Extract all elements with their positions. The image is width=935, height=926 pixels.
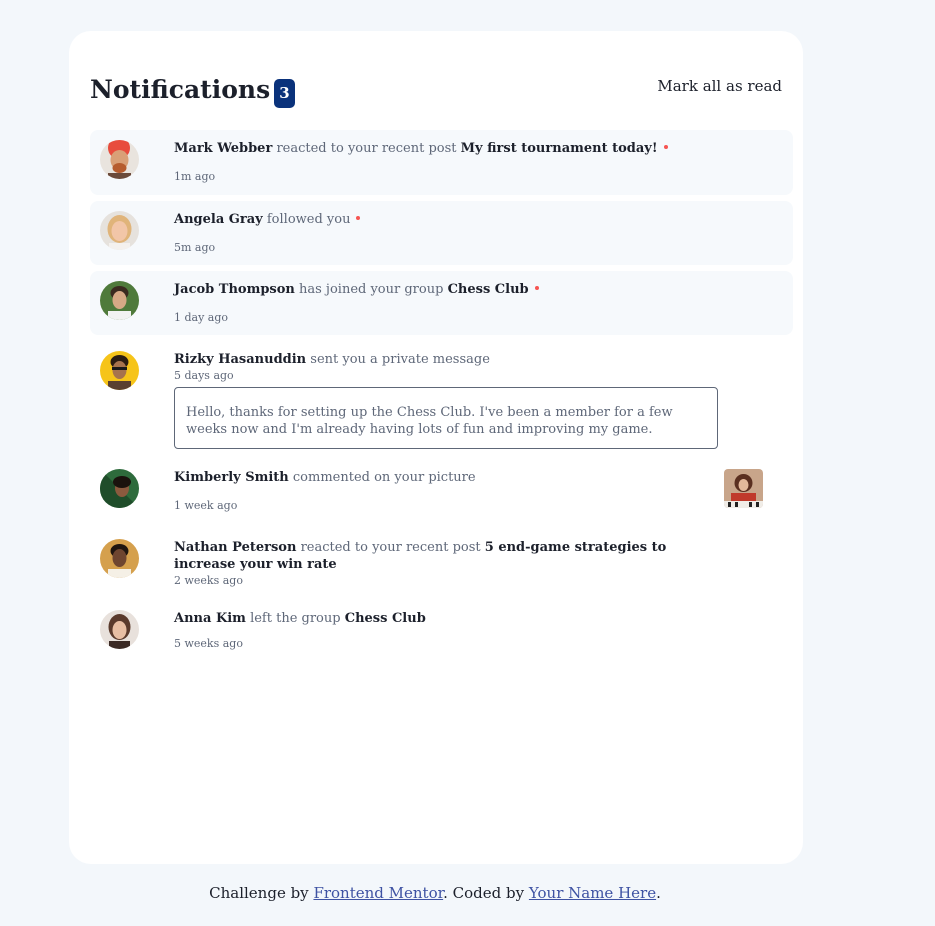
notification-action: has joined your group [299,282,444,297]
notification-text: Anna Kim left the group Chess Club [174,610,426,627]
unread-dot [356,215,361,220]
notification-action: commented on your picture [292,470,476,485]
user-name-link[interactable]: Nathan Peterson [174,540,296,555]
notification-action: followed you [266,212,351,227]
notification-text: Nathan Peterson reacted to your recent p… [174,539,694,573]
avatar-angela-gray[interactable] [100,211,139,250]
unread-dot [663,144,668,149]
notifications-card: Notifications 3 Mark all as read Mark We… [69,31,803,864]
notification-item[interactable]: Anna Kim left the group Chess Club 5 wee… [90,600,793,662]
private-message-preview[interactable]: Hello, thanks for setting up the Chess C… [174,387,718,449]
avatar-anna-kim[interactable] [100,610,139,649]
user-name-link[interactable]: Rizky Hasanuddin [174,352,306,367]
notification-time: 5m ago [174,241,216,254]
notification-time: 5 weeks ago [174,637,243,650]
mark-all-as-read-button[interactable]: Mark all as read [657,77,782,95]
notification-item[interactable]: Nathan Peterson reacted to your recent p… [90,529,793,591]
notification-time: 1 day ago [174,311,229,324]
user-name-link[interactable]: Kimberly Smith [174,470,289,485]
user-name-link[interactable]: Angela Gray [174,212,263,227]
notification-action: reacted to your recent post [300,540,481,555]
notification-text: Angela Gray followed you [174,211,361,228]
notification-time: 1 week ago [174,499,238,512]
notification-text: Jacob Thompson has joined your group Che… [174,281,539,298]
notification-item[interactable]: Kimberly Smith commented on your picture… [90,459,793,521]
author-link[interactable]: Your Name Here [529,884,656,902]
notifications-header: Notifications 3 Mark all as read [90,77,782,109]
attribution-footer: Challenge by Frontend Mentor. Coded by Y… [0,884,870,902]
notification-action: reacted to your recent post [276,141,457,156]
avatar-rizky-hasanuddin[interactable] [100,351,139,390]
group-link[interactable]: Chess Club [345,611,426,626]
avatar-kimberly-smith[interactable] [100,469,139,508]
commented-picture-thumbnail[interactable] [724,469,763,508]
user-name-link[interactable]: Anna Kim [174,611,246,626]
notification-time: 2 weeks ago [174,574,243,587]
avatar-jacob-thompson[interactable] [100,281,139,320]
unread-count-badge: 3 [274,79,295,108]
avatar-mark-webber[interactable] [100,140,139,179]
notification-action: sent you a private message [310,352,490,367]
post-link[interactable]: My first tournament today! [461,141,658,156]
notification-item[interactable]: Rizky Hasanuddin sent you a private mess… [90,341,793,451]
notification-time: 5 days ago [174,369,234,382]
page-title: Notifications [90,75,271,104]
notification-item[interactable]: Jacob Thompson has joined your group Che… [90,271,793,335]
user-name-link[interactable]: Mark Webber [174,141,272,156]
unread-dot [534,285,539,290]
notification-item[interactable]: Mark Webber reacted to your recent post … [90,130,793,195]
notification-item[interactable]: Angela Gray followed you 5m ago [90,201,793,265]
footer-prefix: Challenge by [209,884,309,902]
notification-time: 1m ago [174,170,216,183]
footer-middle: . Coded by [443,884,525,902]
notification-action: left the group [250,611,341,626]
frontend-mentor-link[interactable]: Frontend Mentor [313,884,443,902]
footer-suffix: . [656,884,661,902]
notification-text: Mark Webber reacted to your recent post … [174,140,668,157]
group-link[interactable]: Chess Club [448,282,529,297]
user-name-link[interactable]: Jacob Thompson [174,282,295,297]
notification-text: Kimberly Smith commented on your picture [174,469,476,486]
avatar-nathan-peterson[interactable] [100,539,139,578]
notification-text: Rizky Hasanuddin sent you a private mess… [174,351,490,368]
